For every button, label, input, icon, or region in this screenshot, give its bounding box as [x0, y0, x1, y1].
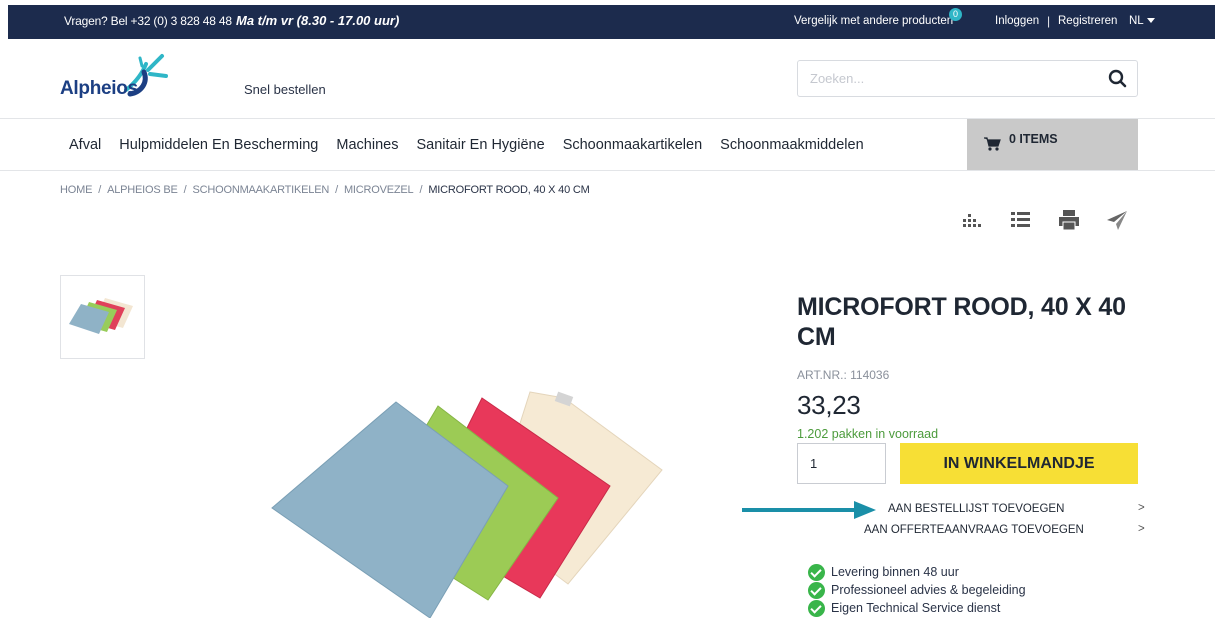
breadcrumb-separator: /: [183, 184, 187, 196]
register-link[interactable]: Registreren: [1058, 15, 1117, 27]
breadcrumb-microvezel[interactable]: MICROVEZEL: [344, 184, 414, 196]
add-to-cart-button[interactable]: IN WINKELMANDJE: [900, 443, 1138, 484]
language-selector[interactable]: NL: [1129, 15, 1155, 27]
search-icon: [1108, 69, 1127, 88]
top-bar: Vragen? Bel +32 (0) 3 828 48 48 Ma t/m v…: [8, 5, 1215, 39]
logo[interactable]: Alpheios: [60, 52, 190, 102]
add-to-quote-link[interactable]: AAN OFFERTEAANVRAAG TOEVOEGEN: [864, 524, 1084, 536]
breadcrumb-alpheios[interactable]: ALPHEIOS BE: [107, 184, 178, 196]
search-input[interactable]: [798, 61, 1098, 96]
product-price: 33,23: [797, 390, 861, 420]
product-image: [268, 384, 668, 618]
usp-item: Professioneel advies & begeleiding: [808, 582, 1026, 599]
nav-item-hulpmiddelen[interactable]: Hulpmiddelen En Bescherming: [119, 137, 318, 153]
nav-item-sanitair[interactable]: Sanitair En Hygiëne: [416, 137, 544, 153]
breadcrumb-separator: /: [335, 184, 338, 196]
cart-icon: [984, 137, 1001, 151]
breadcrumb-separator: /: [98, 184, 102, 196]
login-link[interactable]: Inloggen: [995, 15, 1039, 27]
search-button[interactable]: [1099, 61, 1137, 96]
product-thumbnail[interactable]: [60, 275, 145, 359]
usp-item: Eigen Technical Service dienst: [808, 600, 1000, 617]
cart-button[interactable]: 0 ITEMS: [967, 119, 1138, 170]
main-nav: Afval Hulpmiddelen En Bescherming Machin…: [69, 137, 878, 153]
product-title: MICROFORT ROOD, 40 X 40 CM: [797, 293, 1126, 351]
nav-item-schoonmaakmiddelen[interactable]: Schoonmaakmiddelen: [720, 137, 863, 153]
compare-count-badge: 0: [949, 8, 962, 21]
breadcrumb: HOME / ALPHEIOS BE / SCHOONMAAKARTIKELEN / MIC…: [60, 184, 590, 196]
share-icon[interactable]: [1105, 208, 1129, 232]
add-to-order-list-link[interactable]: AAN BESTELLIJST TOEVOEGEN: [888, 503, 1064, 515]
chevron-right-icon[interactable]: >: [1138, 523, 1145, 535]
cart-label: 0 ITEMS: [1009, 132, 1058, 146]
topbar-separator: |: [1047, 14, 1051, 28]
quick-order-link[interactable]: Snel bestellen: [244, 82, 326, 97]
article-number: ART.NR.: 114036: [797, 368, 890, 382]
stock-status: 1.202 pakken in voorraad: [797, 427, 939, 441]
arrow-annotation-icon: [742, 501, 876, 519]
usp-text: Professioneel advies & begeleiding: [831, 582, 1026, 597]
list-icon[interactable]: [1008, 208, 1032, 232]
opening-hours: Ma t/m vr (8.30 - 17.00 uur): [236, 13, 400, 28]
check-circle-icon: [808, 600, 825, 617]
nav-item-machines[interactable]: Machines: [336, 137, 398, 153]
nav-item-afval[interactable]: Afval: [69, 137, 101, 153]
quantity-input[interactable]: [798, 444, 885, 483]
caret-down-icon: [1146, 18, 1155, 24]
quantity-box: [797, 443, 886, 484]
logo-text: Alpheios: [60, 78, 138, 99]
language-label: NL: [1129, 15, 1144, 27]
check-circle-icon: [808, 564, 825, 581]
search-box: [797, 60, 1138, 97]
thumbnail-image: [69, 298, 133, 334]
breadcrumb-home[interactable]: HOME: [60, 184, 92, 196]
nav-item-schoonmaakartikelen[interactable]: Schoonmaakartikelen: [563, 137, 702, 153]
compare-icon[interactable]: [960, 208, 984, 232]
phone-text: Vragen? Bel +32 (0) 3 828 48 48: [64, 14, 232, 28]
microfiber-cloths-image: [271, 391, 663, 618]
check-circle-icon: [808, 582, 825, 599]
usp-text: Eigen Technical Service dienst: [831, 600, 1001, 615]
print-icon[interactable]: [1057, 208, 1081, 232]
breadcrumb-separator: /: [419, 184, 423, 196]
chevron-right-icon[interactable]: >: [1138, 502, 1145, 514]
usp-text: Levering binnen 48 uur: [831, 564, 959, 579]
compare-link[interactable]: Vergelijk met andere producten: [794, 15, 953, 27]
nav-divider: [0, 170, 1215, 171]
breadcrumb-current: MICROFORT ROOD, 40 X 40 CM: [428, 184, 590, 196]
usp-item: Levering binnen 48 uur: [808, 564, 959, 581]
breadcrumb-schoonmaakartikelen[interactable]: SCHOONMAAKARTIKELEN: [192, 184, 329, 196]
